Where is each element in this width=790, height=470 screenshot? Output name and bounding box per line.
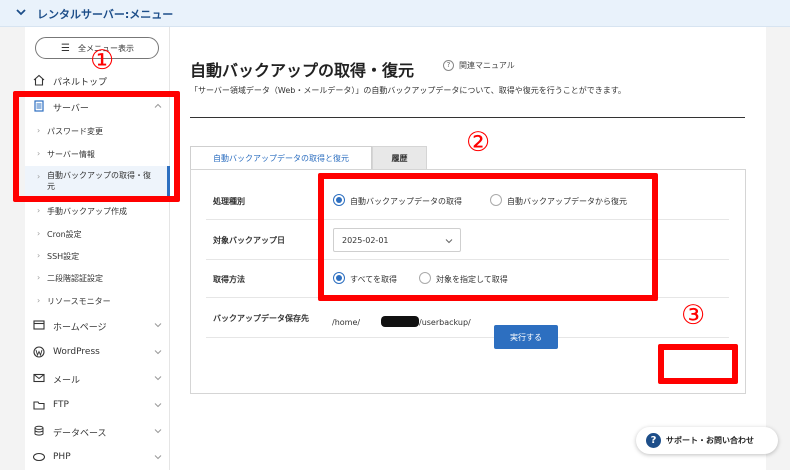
page-title: 自動バックアップの取得・復元: [190, 61, 415, 80]
chevron-down-icon: [154, 376, 162, 381]
wordpress-icon: [33, 346, 45, 358]
chevron-down-icon: [154, 455, 162, 460]
sidebar-item-resource-monitor[interactable]: › リソースモニター: [25, 290, 170, 312]
chevron-down-icon: [154, 403, 162, 408]
sidebar-item-homepage[interactable]: ホームページ: [25, 314, 170, 336]
sidebar-item-cron[interactable]: › Cron設定: [25, 223, 170, 245]
chevron-down-icon: [154, 350, 162, 355]
divider: [190, 117, 745, 118]
tab-history[interactable]: 履歴: [372, 146, 427, 169]
page-description: 「サーバー領域データ（Web・メールデータ）」の自動バックアップデータについて、…: [190, 86, 626, 95]
annotation-number-3: ③: [681, 300, 706, 331]
help-icon: ?: [646, 433, 661, 448]
right-gutter: [766, 27, 790, 470]
annotation-number-1: ①: [90, 45, 115, 76]
header-bar: レンタルサーバー:メニュー: [0, 0, 790, 27]
folder-icon: [33, 401, 45, 410]
execute-button[interactable]: 実行する: [494, 325, 558, 349]
annotation-number-2: ②: [466, 127, 491, 158]
save-path-suffix: /userbackup/: [419, 318, 471, 327]
mail-icon: [33, 373, 45, 383]
annotation-box-3: [658, 344, 738, 384]
hamburger-icon: ☰: [61, 43, 70, 54]
sidebar-item-mail[interactable]: メール: [25, 367, 170, 389]
support-contact-button[interactable]: ? サポート・お問い合わせ: [636, 427, 778, 454]
sidebar-item-database[interactable]: データベース: [25, 420, 170, 442]
chevron-down-icon[interactable]: [16, 7, 26, 17]
database-icon: [34, 425, 44, 436]
sidebar-item-ssh[interactable]: › SSH設定: [25, 245, 170, 267]
php-icon: [33, 452, 45, 462]
home-icon: [33, 74, 45, 86]
annotation-box-1: [13, 91, 180, 202]
sidebar-item-wordpress[interactable]: WordPress: [25, 341, 170, 363]
annotation-box-2: [318, 173, 658, 301]
tab-backup-restore[interactable]: 自動バックアップデータの取得と復元: [190, 146, 372, 169]
chevron-down-icon: [154, 323, 162, 328]
sidebar-item-ftp[interactable]: FTP: [25, 394, 170, 416]
sidebar-item-php[interactable]: PHP: [25, 446, 170, 468]
sidebar-item-two-factor[interactable]: › 二段階認証設定: [25, 267, 170, 289]
save-path-prefix: /home/: [332, 318, 361, 327]
help-icon: ?: [443, 60, 454, 71]
chevron-down-icon: [154, 429, 162, 434]
redacted-username: [381, 316, 419, 327]
menu-title: レンタルサーバー:メニュー: [37, 8, 174, 21]
sidebar-item-manual-backup[interactable]: › 手動バックアップ作成: [25, 200, 170, 222]
browser-window-icon: [33, 320, 45, 330]
